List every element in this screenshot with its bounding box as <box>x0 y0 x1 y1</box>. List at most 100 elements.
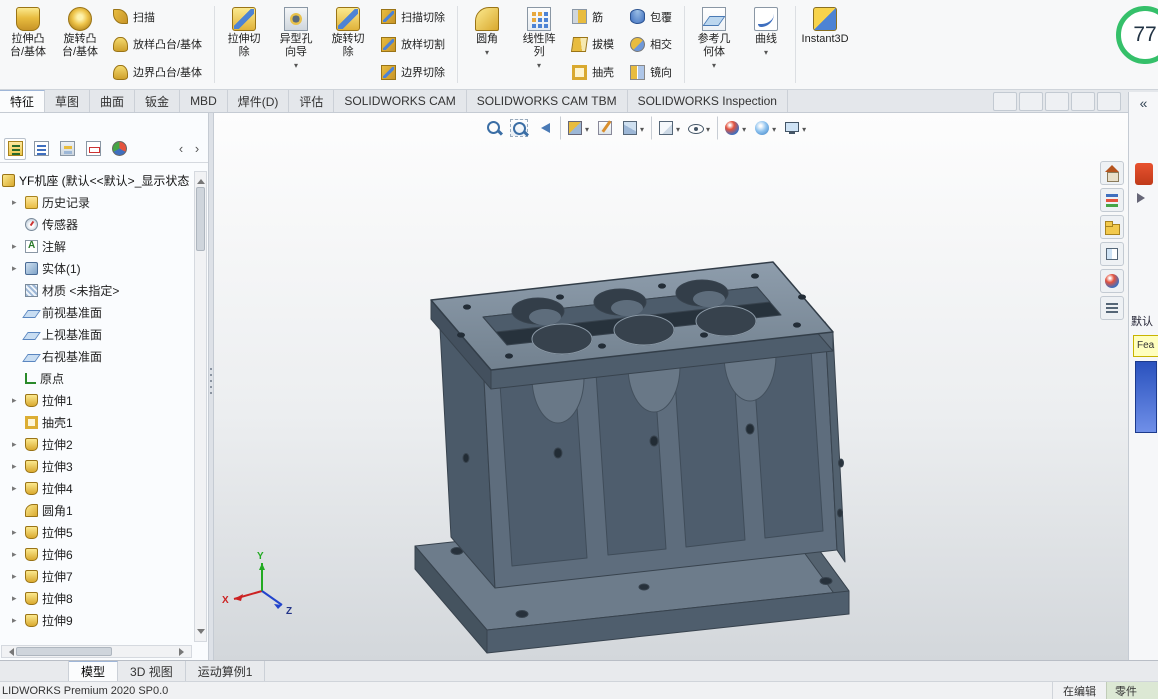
sweep-button[interactable]: 扫描 <box>108 6 209 28</box>
hole-wizard-button[interactable]: 异型孔 向导 <box>270 2 322 87</box>
tree-item[interactable]: ▸ 拉伸5 <box>2 521 192 543</box>
ribbon-tab[interactable]: 焊件(D) <box>228 90 290 112</box>
draft-button[interactable]: 拔模 <box>567 33 621 55</box>
tree-item[interactable]: 圆角1 <box>2 499 192 521</box>
headsup-button[interactable] <box>593 116 617 140</box>
curves-button[interactable]: 曲线 <box>740 2 792 87</box>
ribbon-tab[interactable]: 钣金 <box>135 90 181 112</box>
tree-item[interactable]: ▸ 拉伸8 <box>2 587 192 609</box>
tree-item[interactable]: ▸ 拉伸6 <box>2 543 192 565</box>
extrude-cut-button[interactable]: 拉伸切 除 <box>218 2 270 87</box>
ribbon-tab[interactable]: 草图 <box>45 90 91 112</box>
tree-item[interactable]: ▸ 拉伸4 <box>2 477 192 499</box>
ribbon-tab[interactable]: 评估 <box>289 90 335 112</box>
expand-arrow-icon[interactable]: ▸ <box>12 593 21 604</box>
feature-tree-root[interactable]: YF机座 (默认<<默认>_显示状态 : <box>2 169 192 191</box>
expand-arrow-icon[interactable]: ▸ <box>12 395 21 406</box>
tree-item[interactable]: 抽壳1 <box>2 411 192 433</box>
manager-next-icon[interactable] <box>190 140 204 158</box>
expand-arrow-icon[interactable] <box>1137 193 1150 203</box>
tree-item[interactable]: ▸ 拉伸1 <box>2 389 192 411</box>
window-control-icon[interactable] <box>993 91 1017 111</box>
tree-item[interactable]: ▸ 拉伸2 <box>2 433 192 455</box>
loft-boss-button[interactable]: 放样凸台/基体 <box>108 33 209 55</box>
task-pane-tab[interactable] <box>1100 161 1124 185</box>
wrap-button[interactable]: 包覆 <box>625 6 679 28</box>
manager-tab[interactable] <box>30 138 52 160</box>
window-control-icon[interactable] <box>1045 91 1069 111</box>
expand-arrow-icon[interactable]: ▸ <box>12 241 21 252</box>
headsup-button[interactable] <box>717 116 749 140</box>
document-tab[interactable]: 运动算例1 <box>186 661 266 681</box>
window-control-icon[interactable] <box>1019 91 1043 111</box>
headsup-button[interactable] <box>507 116 531 140</box>
headsup-button[interactable] <box>780 116 809 140</box>
part-model-3d[interactable]: X Y Z <box>214 113 1128 660</box>
mirror-button[interactable]: 镜向 <box>625 61 679 83</box>
intersect-button[interactable]: 相交 <box>625 33 679 55</box>
tree-item[interactable]: ▸ 拉伸9 <box>2 609 192 631</box>
expand-arrow-icon[interactable]: ▸ <box>12 615 21 626</box>
tree-item[interactable]: ▸ 历史记录 <box>2 191 192 213</box>
tree-item[interactable]: ▸ 拉伸7 <box>2 565 192 587</box>
headsup-button[interactable] <box>651 116 683 140</box>
tree-item[interactable]: 原点 <box>2 367 192 389</box>
reference-geometry-button[interactable]: 参考几 何体 <box>688 2 740 87</box>
manager-tab[interactable] <box>82 138 104 160</box>
ribbon-tab[interactable]: MBD <box>180 90 228 112</box>
expand-arrow-icon[interactable]: ▸ <box>12 483 21 494</box>
tree-item[interactable]: ▸ 实体(1) <box>2 257 192 279</box>
scrollbar-thumb[interactable] <box>196 187 205 251</box>
expand-arrow-icon[interactable]: ▸ <box>12 549 21 560</box>
linear-pattern-button[interactable]: 线性阵 列 <box>513 2 565 87</box>
tree-item[interactable]: 前视基准面 <box>2 301 192 323</box>
manager-tab[interactable] <box>108 138 130 160</box>
expand-arrow-icon[interactable]: ▸ <box>12 263 21 274</box>
revolve-cut-button[interactable]: 旋转切 除 <box>322 2 374 87</box>
task-pane-tab[interactable] <box>1100 188 1124 212</box>
tree-item[interactable]: 材质 <未指定> <box>2 279 192 301</box>
tab-nav-icon[interactable] <box>35 664 49 678</box>
sweep-cut-button[interactable]: 扫描切除 <box>376 6 452 28</box>
headsup-button[interactable] <box>618 116 647 140</box>
document-tab[interactable]: 模型 <box>69 661 119 681</box>
tree-item[interactable]: ▸ 注解 <box>2 235 192 257</box>
expand-arrow-icon[interactable]: ▸ <box>12 461 21 472</box>
headsup-button[interactable] <box>750 116 779 140</box>
tree-item[interactable]: ▸ 拉伸3 <box>2 455 192 477</box>
manager-tab[interactable] <box>56 138 78 160</box>
ribbon-tab[interactable]: 曲面 <box>90 90 136 112</box>
ribbon-tab[interactable]: SOLIDWORKS Inspection <box>628 90 788 112</box>
tree-item[interactable]: 上视基准面 <box>2 323 192 345</box>
tree-item[interactable]: 右视基准面 <box>2 345 192 367</box>
tab-nav-icon[interactable] <box>3 664 17 678</box>
manager-prev-icon[interactable] <box>174 140 188 158</box>
ribbon-tab[interactable]: SOLIDWORKS CAM <box>334 90 467 112</box>
ribbon-tab[interactable]: 特征 <box>0 90 46 112</box>
window-control-icon[interactable] <box>1097 91 1121 111</box>
window-control-icon[interactable] <box>1071 91 1095 111</box>
instant3d-button[interactable]: Instant3D <box>799 2 851 87</box>
tab-nav-icon[interactable] <box>51 664 65 678</box>
boundary-boss-button[interactable]: 边界凸台/基体 <box>108 61 209 83</box>
rib-button[interactable]: 筋 <box>567 6 621 28</box>
boundary-cut-button[interactable]: 边界切除 <box>376 61 452 83</box>
expand-arrow-icon[interactable]: ▸ <box>12 527 21 538</box>
expand-arrow-icon[interactable]: ▸ <box>12 439 21 450</box>
scrollbar-thumb[interactable] <box>16 647 112 656</box>
tree-horizontal-scrollbar[interactable] <box>1 645 192 658</box>
task-pane-tab[interactable] <box>1100 269 1124 293</box>
features-chip[interactable]: Fea <box>1133 335 1158 357</box>
extrude-boss-button[interactable]: 拉伸凸 台/基体 <box>2 2 54 87</box>
ribbon-tab[interactable]: SOLIDWORKS CAM TBM <box>467 90 628 112</box>
expand-arrow-icon[interactable]: ▸ <box>12 571 21 582</box>
graphics-area[interactable]: X Y Z <box>214 113 1128 660</box>
tree-vertical-scrollbar[interactable] <box>194 171 207 642</box>
revolve-boss-button[interactable]: 旋转凸 台/基体 <box>54 2 106 87</box>
headsup-button[interactable] <box>684 116 713 140</box>
headsup-button[interactable] <box>482 116 506 140</box>
shell-button[interactable]: 抽壳 <box>567 61 621 83</box>
loft-cut-button[interactable]: 放样切割 <box>376 33 452 55</box>
tab-nav-icon[interactable] <box>19 664 33 678</box>
task-pane-tab[interactable] <box>1100 296 1124 320</box>
